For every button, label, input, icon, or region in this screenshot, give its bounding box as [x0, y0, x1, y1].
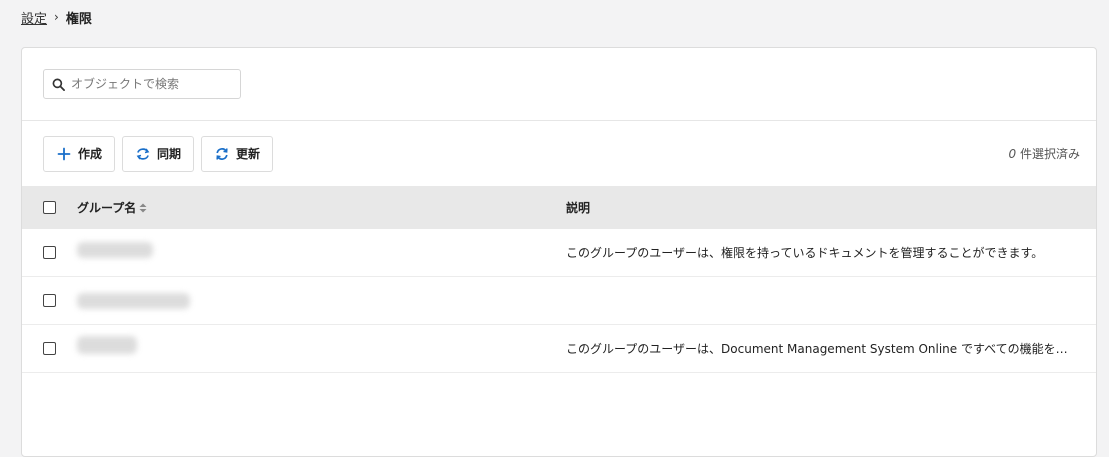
selected-count-suffix: 件選択済み [1016, 147, 1080, 161]
plus-icon [57, 147, 71, 161]
table-row[interactable]: このグループのユーザーは、Document Management System … [22, 325, 1096, 373]
sync-button[interactable]: 同期 [122, 135, 195, 172]
group-name-redacted [77, 335, 137, 354]
permissions-panel: 作成 同期 更新 [21, 47, 1097, 457]
refresh-icon [215, 147, 229, 161]
group-name-redacted [77, 241, 153, 258]
breadcrumb-current: 権限 [65, 11, 92, 27]
group-name-cell[interactable] [56, 292, 566, 309]
column-header-group-name-label: グループ名 [77, 201, 137, 215]
sync-button-label: 同期 [157, 147, 182, 161]
row-checkbox[interactable] [43, 342, 56, 355]
refresh-button[interactable]: 更新 [201, 135, 274, 172]
table-row[interactable] [22, 277, 1096, 325]
selected-count: 0 件選択済み [1009, 145, 1080, 162]
column-header-description: 説明 [566, 201, 591, 215]
create-button-label: 作成 [78, 147, 103, 161]
sync-icon [136, 147, 150, 161]
toolbar: 作成 同期 更新 0 件選択済み [22, 121, 1096, 186]
breadcrumb-link-settings[interactable]: 設定 [21, 8, 47, 27]
select-all-checkbox[interactable] [43, 201, 56, 214]
table-header: グループ名 説明 [22, 186, 1096, 229]
row-checkbox[interactable] [43, 246, 56, 259]
search-area [22, 48, 1096, 121]
group-name-redacted [77, 292, 190, 309]
description-cell: このグループのユーザーは、Document Management System … [566, 342, 1096, 356]
search-input[interactable] [71, 77, 231, 91]
description-cell: このグループのユーザーは、権限を持っているドキュメントを管理することができます。 [566, 246, 1044, 260]
groups-table: グループ名 説明 このグループのユーザーは、権限を持っているドキュメントを管理す… [22, 186, 1096, 373]
search-box[interactable] [43, 69, 241, 99]
breadcrumb: 設定 › 権限 [21, 7, 92, 27]
group-name-cell[interactable] [56, 241, 566, 258]
sort-icon[interactable] [139, 203, 147, 213]
search-icon [52, 78, 65, 91]
row-checkbox[interactable] [43, 294, 56, 307]
refresh-button-label: 更新 [236, 147, 261, 161]
group-name-cell[interactable] [56, 335, 566, 354]
table-row[interactable]: このグループのユーザーは、権限を持っているドキュメントを管理することができます。 [22, 229, 1096, 277]
breadcrumb-separator: › [54, 10, 59, 24]
create-button[interactable]: 作成 [43, 135, 116, 172]
column-header-group-name[interactable]: グループ名 [56, 199, 566, 216]
